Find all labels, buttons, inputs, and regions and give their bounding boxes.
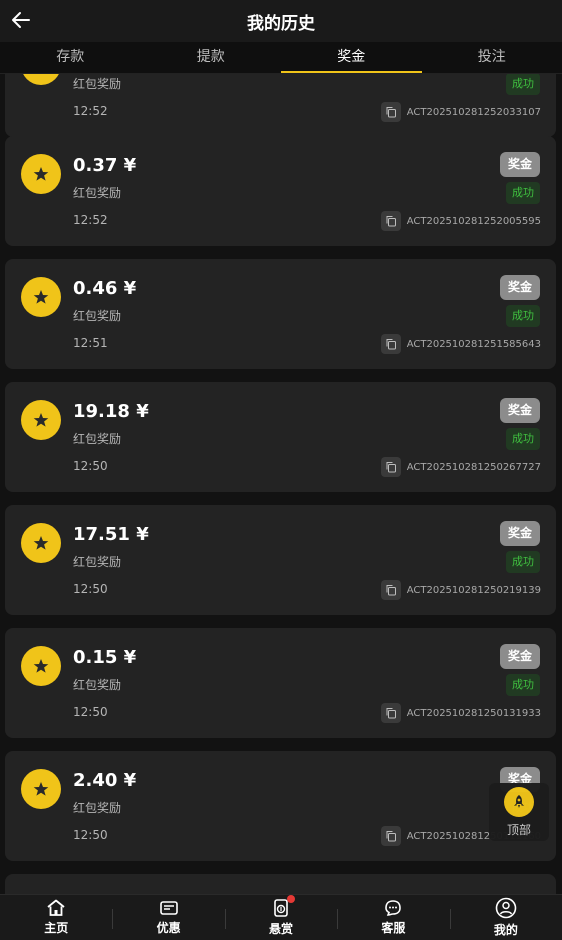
record-type-badge: 奖金 xyxy=(499,275,540,300)
copy-icon[interactable] xyxy=(380,580,401,600)
record-amount: 19.18 ¥ xyxy=(73,401,149,422)
record-txid: ACT202510281250131933 xyxy=(406,707,541,719)
record-status-badge: 成功 xyxy=(506,182,540,204)
record-card: 0.15 ¥ 红包奖励 12:50 奖金 成功 ACT2025102812501… xyxy=(5,628,556,738)
record-txid-row: ACT202510281252005595 xyxy=(380,211,541,231)
record-card: 0.46 ¥ 红包奖励 12:51 奖金 成功 ACT2025102812515… xyxy=(5,259,556,369)
record-desc: 红包奖励 xyxy=(73,678,122,692)
nav-support[interactable]: 客服 xyxy=(337,895,449,940)
star-coin-icon xyxy=(21,74,61,85)
record-card: 红包奖励 12:52 奖金 成功 ACT202510281252033107 xyxy=(5,74,556,137)
rocket-icon xyxy=(504,786,534,817)
record-txid-row: ACT202510281250131933 xyxy=(380,703,541,723)
nav-reward-label: 悬赏 xyxy=(269,922,294,936)
page-title: 我的历史 xyxy=(247,13,315,34)
record-amount: 0.37 ¥ xyxy=(73,155,137,176)
record-status-badge: 成功 xyxy=(506,674,540,696)
record-desc: 红包奖励 xyxy=(73,801,122,815)
copy-icon[interactable] xyxy=(380,457,401,477)
record-desc: 红包奖励 xyxy=(73,309,122,323)
record-desc: 红包奖励 xyxy=(73,432,122,446)
record-txid: ACT202510281250267727 xyxy=(406,461,541,473)
notification-dot xyxy=(286,895,295,903)
home-icon xyxy=(47,899,65,916)
app-header: 我的历史 xyxy=(0,0,562,42)
profile-icon xyxy=(495,897,517,919)
nav-promo[interactable]: 优惠 xyxy=(112,895,224,940)
tab-withdraw[interactable]: 提款 xyxy=(141,42,282,73)
back-to-top-label: 顶部 xyxy=(506,822,531,837)
record-desc: 红包奖励 xyxy=(73,77,122,91)
record-txid: ACT202510281251585643 xyxy=(406,338,541,350)
record-type-badge: 奖金 xyxy=(499,644,540,669)
nav-reward[interactable]: 悬赏 xyxy=(224,895,337,940)
record-list[interactable]: 红包奖励 12:52 奖金 成功 ACT202510281252033107 0… xyxy=(0,74,562,894)
record-txid-row: ACT202510281251585643 xyxy=(380,334,541,354)
record-time: 12:52 xyxy=(73,213,108,227)
star-coin-icon xyxy=(21,523,61,563)
nav-profile-label: 我的 xyxy=(493,923,518,937)
record-amount: 0.46 ¥ xyxy=(73,278,137,299)
copy-icon[interactable] xyxy=(380,703,401,723)
support-icon xyxy=(385,900,402,916)
record-time: 12:52 xyxy=(73,104,108,118)
record-time: 12:50 xyxy=(73,828,108,842)
record-txid-row: ACT202510281250219139 xyxy=(380,580,541,600)
copy-icon[interactable] xyxy=(380,211,401,231)
promo-card-icon xyxy=(159,901,178,915)
record-time: 12:50 xyxy=(73,705,108,719)
record-status-badge: 成功 xyxy=(506,428,540,450)
tab-bonus[interactable]: 奖金 xyxy=(281,42,422,73)
record-card: 2.40 ¥ 红包奖励 12:50 奖金 成功 ACT2025102812501… xyxy=(5,751,556,861)
record-txid: ACT202510281252005595 xyxy=(406,215,541,227)
record-status-badge: 成功 xyxy=(506,305,540,327)
record-txid: ACT202510281252033107 xyxy=(406,106,541,118)
nav-home[interactable]: 主页 xyxy=(0,895,112,940)
star-coin-icon xyxy=(21,154,61,194)
record-card: 0.37 ¥ 红包奖励 12:52 奖金 成功 ACT2025102812520… xyxy=(5,136,556,246)
tab-deposit[interactable]: 存款 xyxy=(0,42,141,73)
copy-icon[interactable] xyxy=(380,826,401,846)
record-type-badge: 奖金 xyxy=(499,152,540,177)
nav-promo-label: 优惠 xyxy=(156,921,181,935)
record-amount: 2.40 ¥ xyxy=(73,770,137,791)
nav-profile[interactable]: 我的 xyxy=(449,895,562,940)
nav-support-label: 客服 xyxy=(381,921,406,935)
record-desc: 红包奖励 xyxy=(73,555,122,569)
record-txid-row: ACT202510281252033107 xyxy=(380,102,541,122)
back-button[interactable] xyxy=(8,7,34,33)
record-time: 12:50 xyxy=(73,459,108,473)
star-coin-icon xyxy=(21,646,61,686)
bottom-nav: 主页 优惠 悬赏 客服 我的 xyxy=(0,894,562,940)
copy-icon[interactable] xyxy=(380,334,401,354)
record-amount: 0.15 ¥ xyxy=(73,647,137,668)
tab-bets[interactable]: 投注 xyxy=(422,42,562,73)
record-time: 12:51 xyxy=(73,336,108,350)
history-tabs: 存款 提款 奖金 投注 xyxy=(0,42,562,74)
record-status-badge: 成功 xyxy=(506,74,540,95)
star-coin-icon xyxy=(21,400,61,440)
record-type-badge: 奖金 xyxy=(499,521,540,546)
record-status-badge: 成功 xyxy=(506,551,540,573)
star-coin-icon xyxy=(21,277,61,317)
back-to-top-button[interactable]: 顶部 xyxy=(489,783,549,841)
record-txid-row: ACT202510281250267727 xyxy=(380,457,541,477)
record-card: 17.51 ¥ 红包奖励 12:50 奖金 成功 ACT202510281250… xyxy=(5,505,556,615)
star-coin-icon xyxy=(21,769,61,809)
nav-home-label: 主页 xyxy=(44,921,69,935)
record-card xyxy=(5,874,556,894)
arrow-left-icon xyxy=(12,12,30,28)
record-type-badge: 奖金 xyxy=(499,398,540,423)
record-amount: 17.51 ¥ xyxy=(73,524,149,545)
record-card: 19.18 ¥ 红包奖励 12:50 奖金 成功 ACT202510281250… xyxy=(5,382,556,492)
record-txid: ACT202510281250219139 xyxy=(406,584,541,596)
record-desc: 红包奖励 xyxy=(73,186,122,200)
copy-icon[interactable] xyxy=(380,102,401,122)
record-time: 12:50 xyxy=(73,582,108,596)
